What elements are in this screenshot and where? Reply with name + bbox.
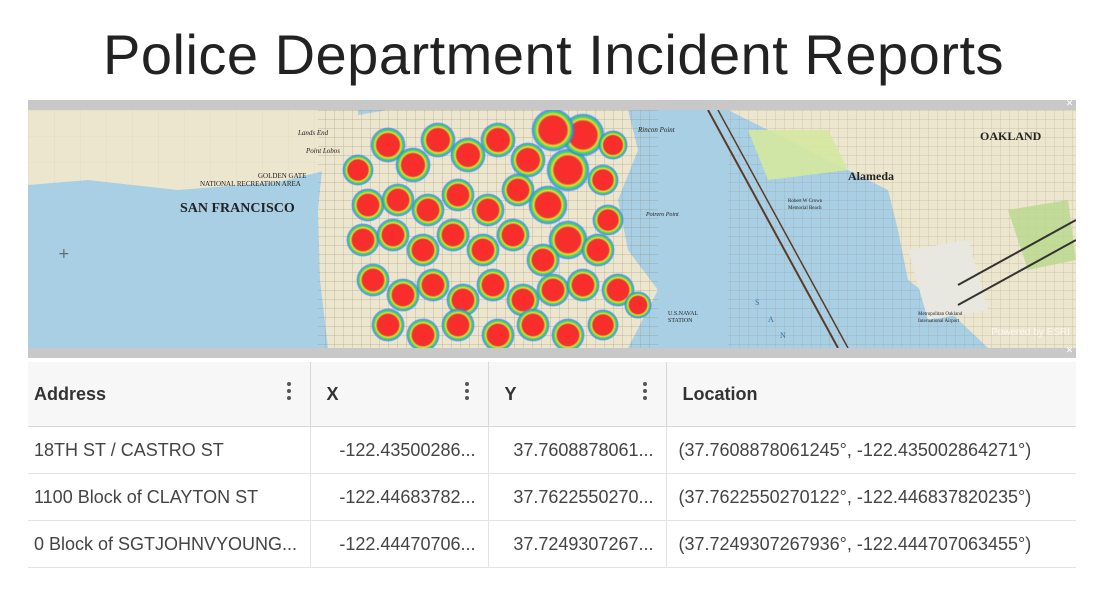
table-row[interactable]: 0 Block of SGTJOHNVYOUNG... -122.4447070… <box>28 520 1076 568</box>
map-label-point-lobos: Point Lobos <box>305 147 340 155</box>
map-label-airport2: International Airport <box>918 319 960 324</box>
map-bay-s: S <box>755 298 759 307</box>
cell-address: 18TH ST / CASTRO ST <box>34 439 224 460</box>
map-label-beach: Memorial Beach <box>788 206 822 211</box>
map-label-alameda: Alameda <box>848 169 894 183</box>
more-options-icon[interactable] <box>464 382 470 404</box>
close-icon[interactable]: ✕ <box>1065 347 1074 356</box>
page-title: Police Department Incident Reports <box>103 23 1004 86</box>
table-row[interactable]: 18TH ST / CASTRO ST -122.43500286... 37.… <box>28 426 1076 474</box>
map-label-oakland: OAKLAND <box>980 129 1042 143</box>
cell-location: (37.7608878061245°, -122.435002864271°) <box>678 439 1032 460</box>
map-label-rincon: Rincon Point <box>637 126 676 134</box>
cell-address: 0 Block of SGTJOHNVYOUNG... <box>34 533 298 554</box>
map-label-station: STATION <box>668 318 693 324</box>
map-label-sf: SAN FRANCISCO <box>180 201 295 216</box>
cell-y: 37.7608878061... <box>513 439 654 460</box>
cell-location: (37.7249307267936°, -122.444707063455°) <box>678 533 1032 554</box>
column-header-y[interactable]: Y <box>488 362 667 427</box>
column-header-address[interactable]: Address <box>28 362 311 427</box>
map-watermark: Powered by ESRI <box>991 327 1070 338</box>
map-label-gg: GOLDEN GATE <box>258 172 306 180</box>
table-header: Address X Y Location <box>28 362 1076 427</box>
map-label-naval: U.S.NAVAL <box>668 311 698 317</box>
cell-y: 37.7622550270... <box>513 486 654 507</box>
map-bay-n: N <box>780 331 786 340</box>
column-label: Y <box>504 384 517 404</box>
cell-x: -122.43500286... <box>339 439 476 460</box>
column-label: Address <box>34 384 107 404</box>
crosshair-icon: + <box>58 246 70 262</box>
map-bay-a: A <box>768 315 774 324</box>
close-icon[interactable]: ✕ <box>1065 100 1074 109</box>
heatmap-visual[interactable]: ✕ SAN FRANCISCO GOLDEN GATE NATIONAL REC… <box>28 100 1076 358</box>
incident-table: Address X Y Location 18TH ST / CASTRO ST <box>28 362 1076 570</box>
cell-location: (37.7622550270122°, -122.446837820235°) <box>678 486 1032 507</box>
cell-x: -122.44683782... <box>339 486 476 507</box>
map-label-nra: NATIONAL RECREATION AREA <box>200 180 301 188</box>
column-label: Location <box>682 384 758 404</box>
map-canvas[interactable]: SAN FRANCISCO GOLDEN GATE NATIONAL RECRE… <box>28 110 1076 348</box>
map-label-airport: Metropolitan Oakland <box>918 312 963 317</box>
cell-address: 1100 Block of CLAYTON ST <box>34 486 259 507</box>
cell-x: -122.44470706... <box>339 533 476 554</box>
column-label: X <box>326 384 339 404</box>
more-options-icon[interactable] <box>642 382 648 404</box>
more-options-icon[interactable] <box>286 382 292 404</box>
column-header-x[interactable]: X <box>310 362 489 427</box>
map-label-potrero: Potrero Point <box>645 212 679 218</box>
cell-y: 37.7249307267... <box>513 533 654 554</box>
map-label-lands-end: Lands End <box>297 129 329 137</box>
column-header-location[interactable]: Location <box>666 362 1076 427</box>
map-label-crown: Robert W Crown <box>788 199 823 204</box>
table-row[interactable]: 1100 Block of CLAYTON ST -122.44683782..… <box>28 473 1076 521</box>
